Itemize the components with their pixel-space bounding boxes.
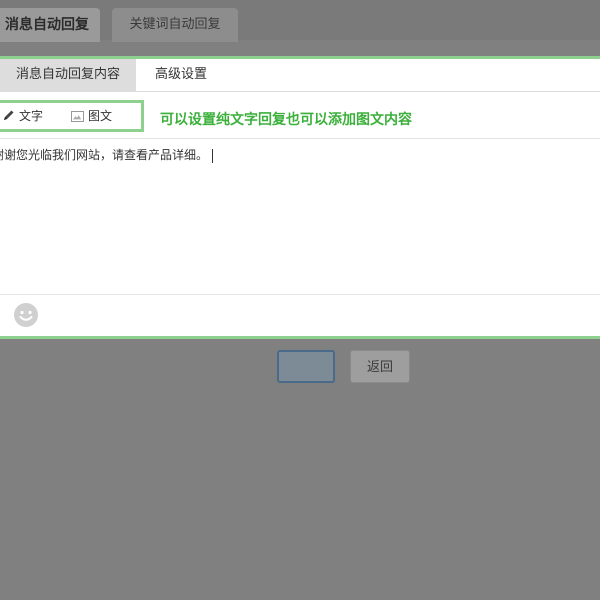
back-button[interactable]: 返回 [350, 350, 410, 383]
reply-type-selector: 文字 图文 [0, 100, 144, 132]
text-caret [212, 148, 214, 163]
smiley-icon[interactable] [13, 302, 39, 328]
editor-value: 谢谢您光临我们网站，请查看产品详细。 [0, 148, 209, 162]
save-button[interactable]: 保存 [277, 350, 335, 383]
type-text-label: 文字 [19, 109, 44, 123]
subtab-advanced-settings[interactable]: 高级设置 [155, 59, 207, 91]
top-tab-bar: 消息自动回复 关键词自动回复 [0, 0, 600, 42]
subtab-reply-content[interactable]: 消息自动回复内容 [0, 59, 136, 91]
reply-text-editor[interactable]: 谢谢您光临我们网站，请查看产品详细。 [0, 146, 214, 163]
pencil-icon [3, 104, 15, 130]
tab-message-auto-reply[interactable]: 消息自动回复 [0, 8, 100, 42]
picture-icon [71, 111, 84, 122]
type-image-text-label: 图文 [88, 109, 113, 123]
subtab-bar: 消息自动回复内容 高级设置 [0, 59, 600, 92]
type-text-option[interactable]: 文字 [3, 103, 43, 129]
divider [0, 138, 600, 139]
tab-keyword-auto-reply[interactable]: 关键词自动回复 [112, 8, 238, 42]
editor-footer-divider [0, 294, 600, 295]
reply-panel: 消息自动回复内容 高级设置 文字 图文 可以设置纯文字回复也可以添加图文内容 谢… [0, 56, 600, 339]
type-image-text-option[interactable]: 图文 [71, 103, 112, 129]
hint-annotation: 可以设置纯文字回复也可以添加图文内容 [160, 112, 412, 128]
